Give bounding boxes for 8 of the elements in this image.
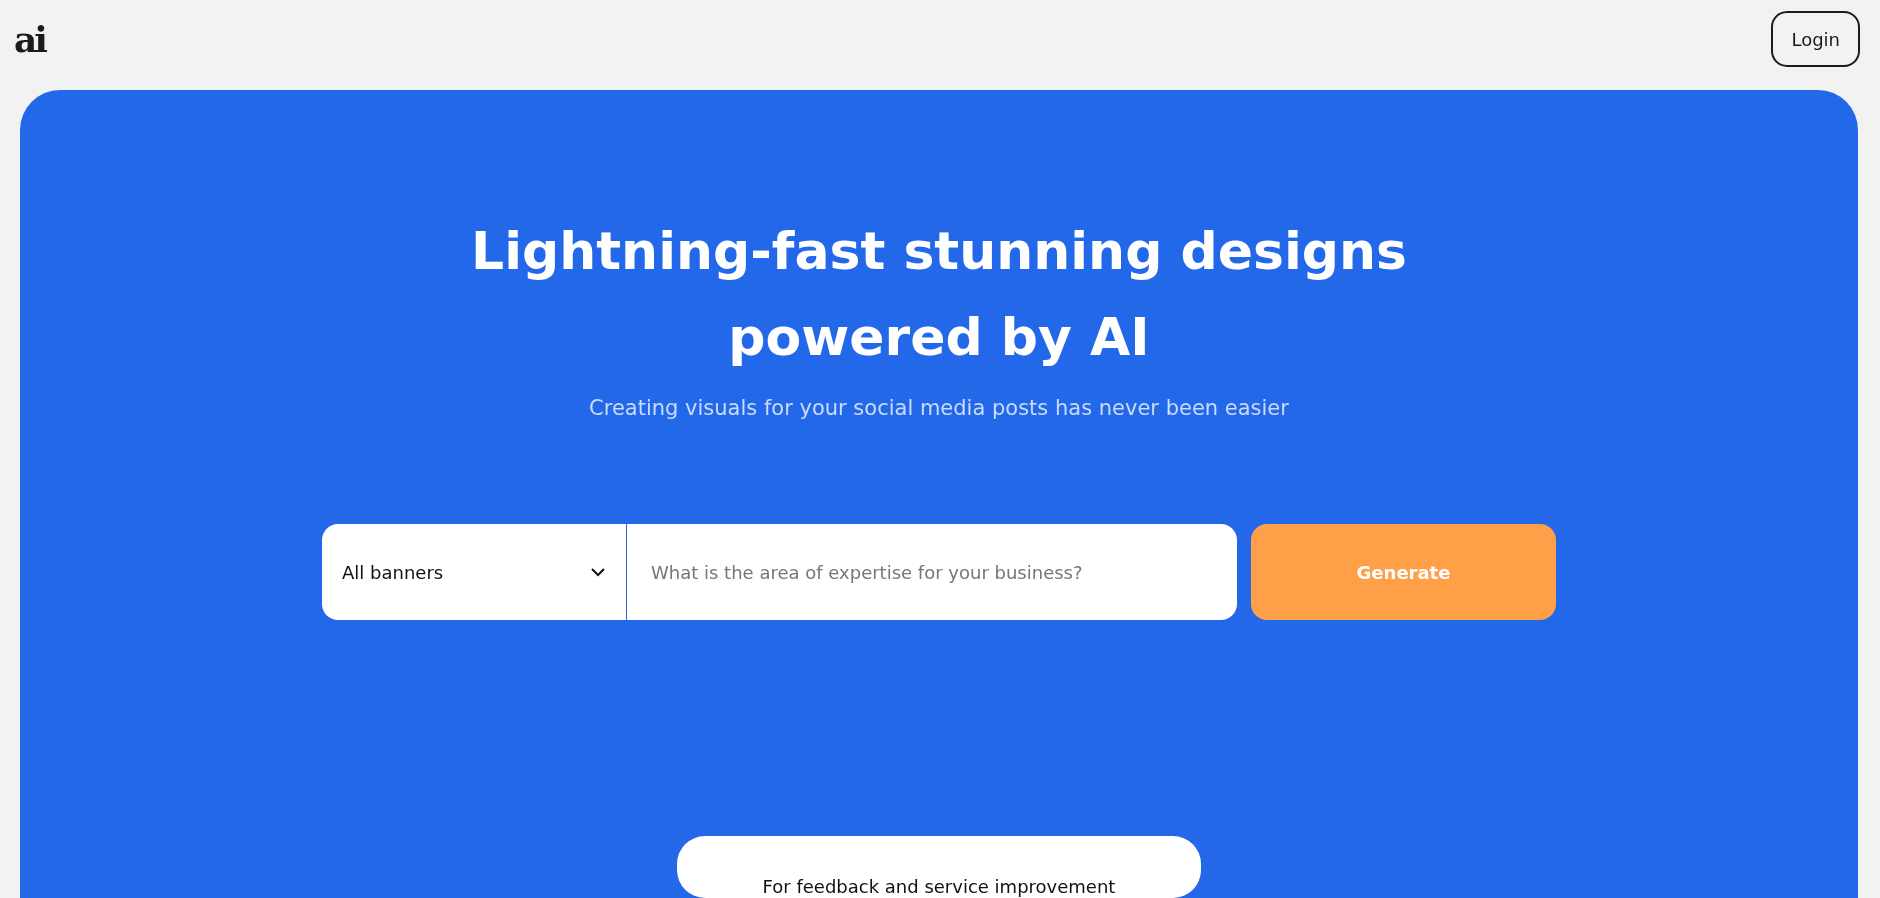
banner-select[interactable]: All banners <box>322 524 627 620</box>
login-button[interactable]: Login <box>1771 11 1860 67</box>
business-input[interactable]: What is the area of expertise for your business? <box>627 524 1237 620</box>
chevron-down-icon <box>590 567 606 577</box>
hero-title: Lightning-fast stunning designs powered by AI <box>471 220 1407 369</box>
feedback-text: For feedback and service improvement <box>762 876 1116 898</box>
hero-subtitle: Creating visuals for your social media posts has never been easier <box>589 396 1289 420</box>
logo[interactable]: ai <box>14 18 45 60</box>
